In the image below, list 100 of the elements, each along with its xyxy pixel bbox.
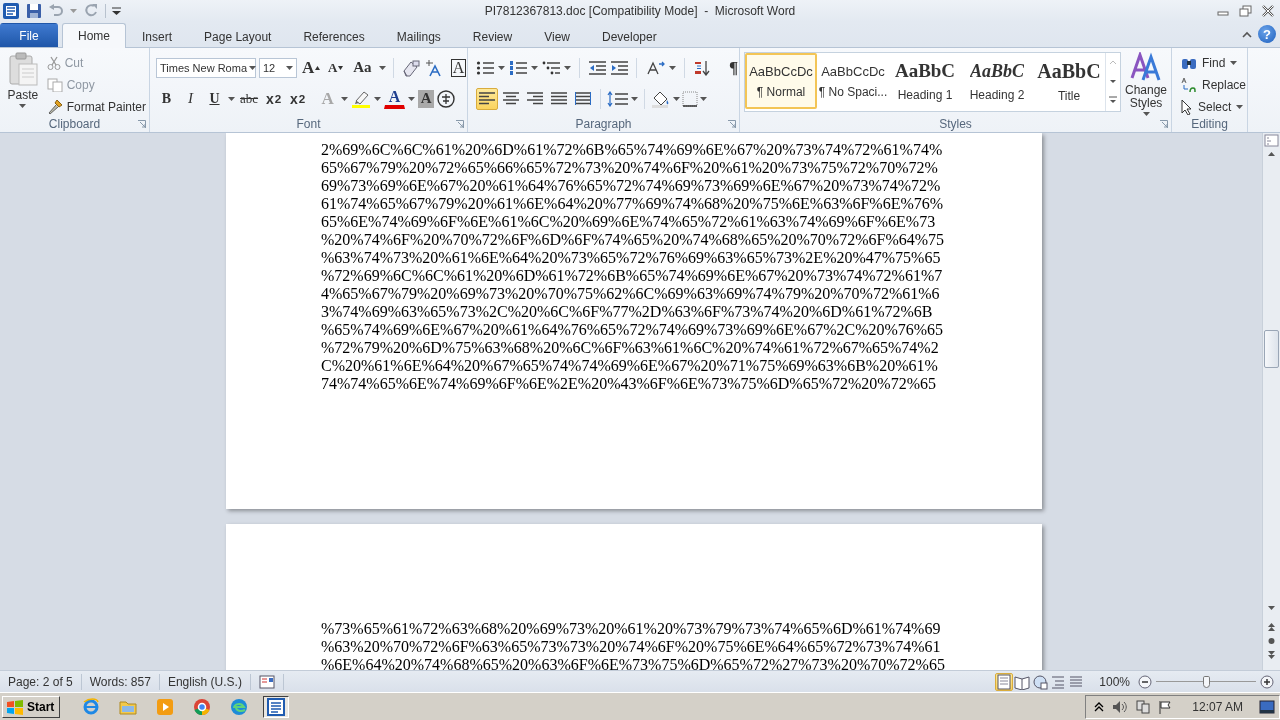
grow-font-button[interactable]: A bbox=[300, 56, 323, 79]
ribbon-tab[interactable]: View bbox=[528, 24, 586, 48]
find-button[interactable]: Find bbox=[1178, 52, 1250, 73]
close-icon[interactable] bbox=[1262, 5, 1274, 17]
ribbon-tab[interactable]: Mailings bbox=[380, 24, 457, 48]
highlighter-icon[interactable] bbox=[351, 89, 372, 108]
save-icon[interactable] bbox=[26, 3, 42, 19]
borders-icon[interactable] bbox=[682, 90, 698, 107]
font-size-field[interactable]: 12 bbox=[259, 57, 297, 78]
scissors-icon bbox=[46, 55, 61, 70]
bullet-list-icon[interactable] bbox=[476, 59, 494, 76]
text-line: %72%79%20%6D%75%63%68%20%6C%6F%63%61%6C%20%74%61%72%67%65%74%2 bbox=[321, 339, 939, 357]
caret-icon[interactable] bbox=[374, 96, 382, 101]
dialog-launcher-icon[interactable] bbox=[1160, 119, 1168, 128]
font-name-field[interactable]: Times New Roma bbox=[156, 57, 256, 78]
character-border-button[interactable]: A bbox=[450, 58, 467, 77]
network-icon[interactable] bbox=[1136, 699, 1151, 714]
text-line: %6E%64%20%74%68%65%20%63%6F%6E%73%75%6D%65%72%27%73%20%70%72%65 bbox=[321, 656, 945, 670]
numbered-list-icon[interactable] bbox=[509, 59, 527, 76]
underline-button[interactable]: U bbox=[204, 87, 225, 110]
caret-icon bbox=[1230, 60, 1238, 65]
text-line: 2%69%6C%6C%61%20%6D%61%72%6B%65%74%69%6E%67%20%73%74%72%61%74% bbox=[321, 141, 943, 159]
show-formatting-marks-button[interactable]: ¶ bbox=[723, 56, 744, 79]
enclose-characters-icon[interactable] bbox=[437, 89, 456, 108]
windows-logo-icon bbox=[6, 698, 24, 715]
taskbar-button[interactable] bbox=[263, 695, 290, 718]
zoom-level[interactable]: 100% bbox=[1085, 674, 1138, 689]
ribbon-tab[interactable]: Insert bbox=[126, 24, 189, 48]
speaker-icon[interactable] bbox=[1112, 699, 1129, 714]
text-line: %73%65%61%72%63%68%20%69%73%20%61%20%73%79%73%74%65%6D%61%74%69 bbox=[321, 620, 941, 638]
distribute-icon bbox=[575, 91, 591, 106]
start-button[interactable]: Start bbox=[2, 695, 61, 718]
zoom-out-icon[interactable] bbox=[1138, 674, 1152, 689]
change-case-button[interactable]: Aa bbox=[351, 56, 374, 79]
style-item[interactable]: AaBbC Heading 1 bbox=[889, 53, 961, 109]
font-color-button[interactable]: A bbox=[384, 88, 406, 109]
ribbon-tab[interactable]: Page Layout bbox=[188, 24, 288, 48]
show-hidden-icons-icon[interactable] bbox=[1094, 701, 1105, 712]
page-count[interactable]: Page: 2 of 5 bbox=[0, 673, 82, 690]
replace-button[interactable]: Replace bbox=[1178, 74, 1250, 95]
slider-thumb[interactable] bbox=[1202, 675, 1210, 688]
caret-icon[interactable] bbox=[498, 65, 505, 70]
text-direction-icon[interactable] bbox=[645, 59, 665, 76]
caret-icon[interactable] bbox=[673, 96, 680, 101]
align-left-button[interactable] bbox=[476, 87, 498, 110]
word-count[interactable]: Words: 857 bbox=[81, 673, 160, 690]
change-styles-button[interactable]: Change Styles bbox=[1123, 51, 1169, 113]
caret-icon[interactable] bbox=[228, 96, 235, 101]
scroll-thumb[interactable] bbox=[1264, 330, 1279, 368]
dialog-launcher-icon[interactable] bbox=[728, 119, 736, 128]
increase-indent-icon[interactable] bbox=[610, 59, 628, 76]
file-tab[interactable]: File bbox=[0, 23, 58, 47]
style-item[interactable]: AaBbC Title bbox=[1033, 53, 1105, 109]
ruler-toggle-icon[interactable] bbox=[1264, 133, 1279, 148]
customize-menu-icon[interactable] bbox=[112, 6, 121, 16]
paste-button[interactable]: Paste bbox=[4, 51, 42, 115]
ribbon-tab[interactable]: References bbox=[287, 24, 381, 48]
text-line: %20%74%6F%20%70%72%6F%6D%6F%74%65%20%74%68%65%20%70%72%6F%64%75 bbox=[321, 231, 945, 249]
line-spacing-icon[interactable] bbox=[607, 90, 629, 107]
character-shading-button[interactable]: A bbox=[418, 89, 435, 108]
collapse-ribbon-icon[interactable] bbox=[1242, 30, 1252, 38]
style-item[interactable]: AaBbCcDc ¶ No Spaci... bbox=[817, 53, 889, 109]
ribbon-tab[interactable]: Review bbox=[456, 24, 529, 48]
restore-icon[interactable] bbox=[1239, 5, 1252, 17]
language-indicator[interactable]: English (U.S.) bbox=[159, 673, 251, 690]
flag-icon[interactable] bbox=[1158, 699, 1173, 714]
show-desktop-icon[interactable] bbox=[1259, 699, 1275, 714]
dialog-launcher-icon[interactable] bbox=[138, 119, 146, 128]
ribbon-tab[interactable]: Home bbox=[62, 23, 126, 48]
app-icon[interactable] bbox=[2, 2, 20, 20]
ribbon-tab[interactable]: Developer bbox=[585, 24, 673, 48]
format-painter-button[interactable]: Format Painter bbox=[43, 96, 149, 117]
multilevel-list-icon[interactable] bbox=[542, 59, 560, 76]
phonetic-guide-icon[interactable] bbox=[423, 58, 444, 77]
zoom-in-icon[interactable] bbox=[1260, 674, 1274, 689]
shrink-font-button[interactable]: A bbox=[325, 56, 347, 79]
web-view-button[interactable] bbox=[1031, 672, 1050, 691]
caret-icon[interactable] bbox=[408, 96, 416, 101]
strikethrough-button[interactable]: abc bbox=[238, 87, 261, 110]
caret-icon[interactable] bbox=[341, 96, 349, 101]
proofing-icon[interactable] bbox=[258, 674, 275, 689]
caret-icon[interactable] bbox=[631, 96, 638, 101]
print-view-icon bbox=[996, 673, 1013, 690]
style-item[interactable]: AaBbCcDc ¶ Normal bbox=[745, 53, 817, 109]
dialog-launcher-icon[interactable] bbox=[456, 119, 464, 128]
caret-icon[interactable] bbox=[378, 65, 386, 70]
text-line: 65%67%79%20%72%65%66%65%72%73%20%74%6F%20%61%20%73%75%72%70%72% bbox=[321, 159, 938, 177]
italic-button[interactable]: I bbox=[180, 87, 201, 110]
cursor-icon bbox=[1181, 98, 1193, 115]
clear-formatting-icon[interactable] bbox=[400, 58, 421, 77]
sort-icon[interactable] bbox=[693, 59, 711, 76]
shading-icon[interactable] bbox=[651, 89, 671, 108]
caret-icon[interactable] bbox=[669, 65, 676, 70]
caret-icon[interactable] bbox=[564, 65, 571, 70]
caret-icon[interactable] bbox=[700, 96, 707, 101]
print-view-button[interactable] bbox=[995, 672, 1014, 691]
bold-button[interactable]: B bbox=[156, 87, 177, 110]
select-button[interactable]: Select bbox=[1178, 96, 1250, 117]
caret-icon[interactable] bbox=[531, 65, 538, 70]
decrease-indent-icon[interactable] bbox=[588, 59, 606, 76]
